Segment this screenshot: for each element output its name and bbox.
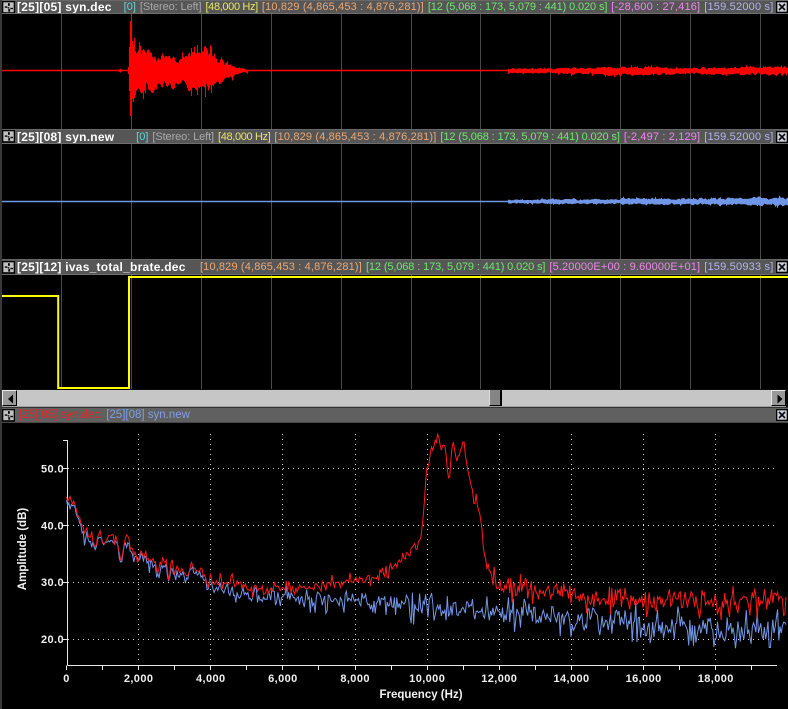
svg-text:4,000: 4,000 <box>196 673 226 685</box>
svg-text:2,000: 2,000 <box>124 673 154 685</box>
svg-text:8,000: 8,000 <box>340 673 370 685</box>
svg-text:20.0: 20.0 <box>41 634 64 646</box>
svg-text:0: 0 <box>63 673 70 685</box>
svg-text:6,000: 6,000 <box>268 673 298 685</box>
svg-text:12,000: 12,000 <box>481 673 517 685</box>
svg-text:40.0: 40.0 <box>41 520 64 532</box>
svg-text:18,000: 18,000 <box>698 673 734 685</box>
svg-text:30.0: 30.0 <box>41 577 64 589</box>
svg-text:14,000: 14,000 <box>553 673 589 685</box>
svg-text:10,000: 10,000 <box>409 673 445 685</box>
svg-text:Amplitude (dB): Amplitude (dB) <box>17 508 29 591</box>
svg-text:Frequency (Hz): Frequency (Hz) <box>379 689 462 701</box>
svg-text:16,000: 16,000 <box>626 673 662 685</box>
svg-text:50.0: 50.0 <box>41 464 64 476</box>
